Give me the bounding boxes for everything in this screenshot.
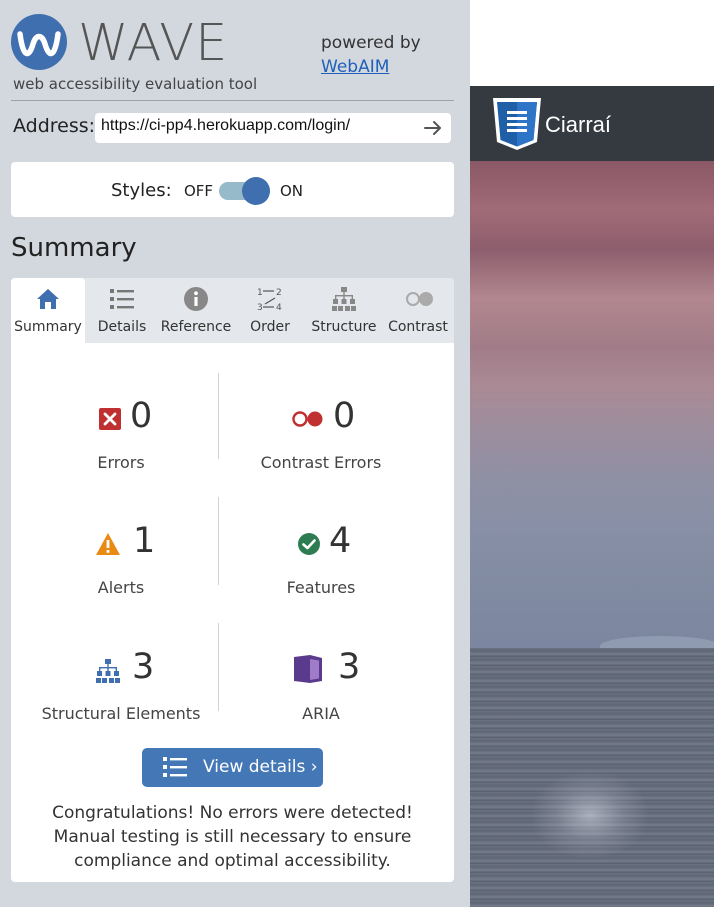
header-divider: [11, 100, 454, 101]
page-preview: Ciarraí: [470, 0, 714, 907]
feature-icon: [296, 532, 322, 558]
tab-order[interactable]: 1 2 3 4 Order: [233, 278, 307, 343]
aria-stat[interactable]: 3 ARIA: [216, 637, 426, 737]
structure-icon: [95, 658, 121, 684]
structural-elements-count: 3: [132, 647, 155, 687]
alerts-stat[interactable]: 1 Alerts: [16, 511, 226, 611]
features-stat[interactable]: 4 Features: [216, 511, 426, 611]
info-icon: [183, 286, 209, 312]
alerts-count: 1: [133, 521, 156, 561]
view-details-label: View details ›: [203, 757, 318, 777]
address-bar: [95, 113, 451, 143]
tab-structure[interactable]: Structure: [307, 278, 381, 343]
preview-hero-splash: [530, 770, 650, 860]
tab-label: Structure: [311, 319, 377, 335]
contrast-errors-stat[interactable]: 0 Contrast Errors: [216, 386, 426, 486]
aria-icon: [293, 654, 323, 684]
view-details-button[interactable]: View details ›: [142, 748, 323, 787]
svg-text:3: 3: [257, 303, 263, 312]
tab-contrast[interactable]: Contrast: [381, 278, 455, 343]
brand-name[interactable]: Ciarraí: [545, 112, 611, 138]
preview-navbar: Ciarraí: [470, 86, 714, 161]
tab-label: Contrast: [388, 319, 448, 335]
features-label: Features: [286, 578, 356, 597]
webaim-link[interactable]: WebAIM: [321, 57, 389, 77]
tab-label: Order: [250, 319, 290, 335]
aria-label: ARIA: [302, 704, 340, 723]
error-icon: [97, 407, 123, 433]
styles-off-label: OFF: [184, 182, 214, 200]
tab-summary[interactable]: Summary: [11, 278, 85, 343]
errors-count: 0: [130, 396, 153, 436]
contrast-errors-count: 0: [333, 396, 356, 436]
page-title: Summary: [11, 233, 137, 263]
contrast-errors-label: Contrast Errors: [260, 453, 382, 472]
brand-shield-icon[interactable]: [491, 96, 543, 152]
list-icon: [109, 286, 135, 312]
preview-hero-sky: [470, 161, 714, 651]
toggle-knob[interactable]: [242, 177, 270, 205]
arrow-right-icon[interactable]: [421, 116, 445, 140]
powered-by-text: powered by: [321, 33, 421, 53]
errors-label: Errors: [97, 453, 145, 472]
tab-label: Reference: [160, 319, 232, 335]
wave-logo-icon: [11, 14, 67, 70]
order-icon: 1 2 3 4: [257, 286, 283, 313]
preview-top-blank: [470, 0, 714, 86]
tab-label: Summary: [14, 319, 82, 335]
tab-details[interactable]: Details: [85, 278, 159, 343]
alerts-label: Alerts: [97, 578, 145, 597]
styles-on-label: ON: [280, 182, 304, 200]
congratulations-message: Congratulations! No errors were detected…: [52, 803, 413, 871]
wave-sidebar: WAVE web accessibility evaluation tool p…: [0, 0, 470, 907]
tab-reference[interactable]: Reference: [159, 278, 233, 343]
svg-text:2: 2: [276, 288, 282, 298]
svg-text:1: 1: [257, 288, 263, 298]
structural-elements-label: Structural Elements: [41, 704, 201, 723]
structural-elements-stat[interactable]: 3 Structural Elements: [16, 637, 226, 737]
address-label: Address:: [13, 115, 96, 137]
styles-toggle-card: Styles: OFF ON: [11, 162, 454, 217]
wave-logo-text: WAVE: [78, 14, 229, 73]
contrast-error-icon: [291, 407, 325, 433]
styles-toggle[interactable]: [219, 177, 270, 205]
summary-panel: 0 Errors 0 Contrast Errors 1 Alerts 4 Fe…: [11, 343, 454, 882]
errors-stat[interactable]: 0 Errors: [16, 386, 226, 486]
structure-icon: [331, 286, 357, 312]
address-input[interactable]: [101, 117, 411, 135]
home-icon: [35, 286, 61, 312]
aria-count: 3: [338, 647, 361, 687]
svg-text:4: 4: [276, 303, 282, 312]
tab-bar: Summary Details Reference 1 2 3 4 Order S…: [11, 278, 454, 343]
wave-tagline: web accessibility evaluation tool: [13, 75, 258, 93]
features-count: 4: [329, 521, 352, 561]
alert-icon: [95, 532, 121, 558]
list-icon: [163, 756, 187, 778]
tab-label: Details: [97, 319, 147, 335]
styles-label: Styles:: [111, 180, 172, 201]
contrast-icon: [405, 286, 433, 312]
